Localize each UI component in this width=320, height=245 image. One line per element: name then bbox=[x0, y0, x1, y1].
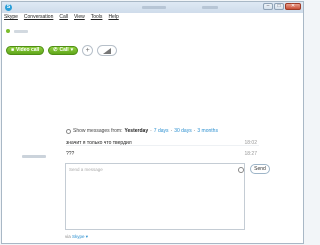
online-status-icon bbox=[6, 29, 10, 33]
title-text-obscured bbox=[142, 6, 166, 9]
title-bar: S – □ ✕ bbox=[2, 2, 303, 13]
call-label: Call bbox=[59, 47, 69, 53]
call-quality-button[interactable] bbox=[97, 45, 118, 56]
menu-conversation[interactable]: Conversation bbox=[24, 14, 53, 22]
message-divider bbox=[66, 145, 259, 146]
window-controls: – □ ✕ bbox=[263, 3, 301, 10]
skype-logo-icon: S bbox=[5, 4, 12, 11]
contact-header bbox=[6, 29, 28, 33]
call-button[interactable]: ✆ Call ▾ bbox=[48, 46, 79, 55]
compose-placeholder: Send a message bbox=[69, 167, 103, 172]
menu-skype[interactable]: Skype bbox=[4, 14, 18, 22]
title-text-obscured-2 bbox=[202, 6, 218, 9]
history-prefix: Show messages from: bbox=[73, 128, 123, 134]
maximize-button[interactable]: □ bbox=[274, 3, 284, 10]
menu-view[interactable]: View bbox=[74, 14, 85, 22]
close-button[interactable]: ✕ bbox=[285, 3, 301, 10]
skype-window: S – □ ✕ Skype Conversation Call View Too… bbox=[1, 1, 304, 244]
history-sep-3: · bbox=[193, 128, 196, 134]
message-compose-box[interactable]: Send a message bbox=[65, 163, 245, 230]
chevron-down-icon: ▾ bbox=[70, 47, 74, 53]
call-toolbar: ■ Video call ✆ Call ▾ + bbox=[6, 45, 118, 56]
history-sep-2: · bbox=[170, 128, 173, 134]
video-camera-icon: ■ bbox=[11, 47, 15, 53]
contact-name-obscured[interactable] bbox=[14, 29, 28, 33]
menu-bar: Skype Conversation Call View Tools Help bbox=[4, 14, 119, 22]
history-30-days-link[interactable]: 30 days bbox=[174, 128, 192, 134]
phone-icon: ✆ bbox=[53, 47, 58, 53]
menu-call[interactable]: Call bbox=[59, 14, 68, 22]
menu-help[interactable]: Help bbox=[108, 14, 118, 22]
via-label: via bbox=[65, 234, 71, 239]
history-sep-1: · bbox=[150, 128, 152, 134]
emoticon-icon[interactable] bbox=[238, 167, 244, 173]
message-time: 18:27 bbox=[244, 151, 257, 157]
clock-icon bbox=[66, 128, 71, 134]
via-service: Skype ▾ bbox=[72, 234, 89, 239]
video-call-label: Video call bbox=[16, 47, 40, 53]
signal-bars-icon bbox=[103, 47, 112, 54]
sender-name-obscured bbox=[22, 155, 46, 158]
history-7-days-link[interactable]: 7 days bbox=[154, 128, 169, 134]
message-text: ??? bbox=[66, 151, 75, 157]
send-via-selector[interactable]: via Skype ▾ bbox=[65, 234, 88, 240]
history-range-bar: Show messages from: Yesterday · 7 days ·… bbox=[66, 128, 218, 134]
history-3-months-link[interactable]: 3 months bbox=[197, 128, 218, 134]
send-button[interactable]: Send bbox=[250, 164, 270, 174]
add-button[interactable]: + bbox=[82, 45, 94, 56]
minimize-button[interactable]: – bbox=[263, 3, 273, 10]
history-yesterday: Yesterday bbox=[124, 128, 149, 134]
menu-tools[interactable]: Tools bbox=[91, 14, 103, 22]
video-call-button[interactable]: ■ Video call bbox=[6, 46, 45, 55]
